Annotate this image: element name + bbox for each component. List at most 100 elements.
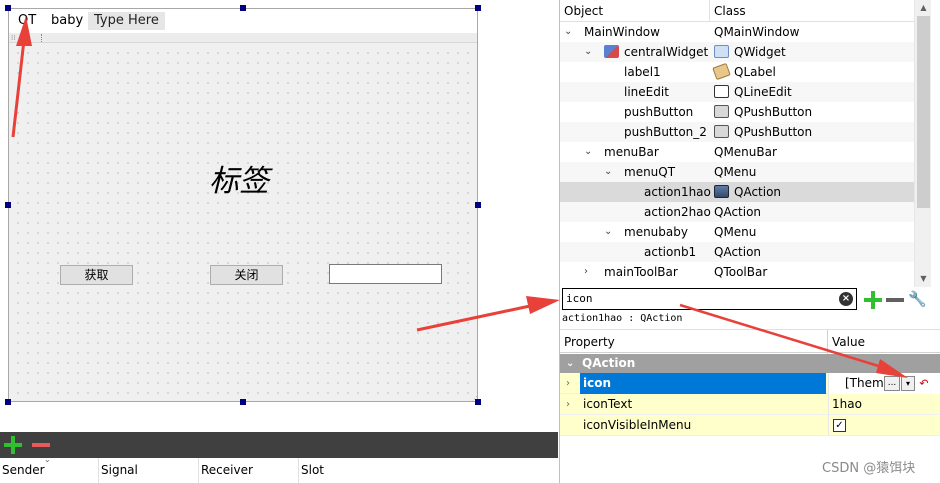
class-cell: QAction [714,242,761,262]
object-name: MainWindow [584,25,660,39]
property-value[interactable]: 1hao [828,394,940,415]
browse-button[interactable]: ... [884,376,900,391]
class-name: QMenu [714,225,757,239]
property-group-qaction[interactable]: ⌄ QAction [560,354,940,373]
menu-qt[interactable]: QT [12,12,42,30]
tree-row-lineedit[interactable]: lineEdit QLineEdit [560,82,914,102]
chevron-down-icon[interactable]: ⌄ [564,22,572,42]
dropdown-arrow-icon[interactable]: ▾ [901,376,915,391]
object-cell: pushButton_2 [624,122,707,142]
line-edit-input[interactable] [329,264,442,284]
chevron-down-icon[interactable]: ⌄ [584,142,592,162]
selection-handle[interactable] [240,5,246,11]
group-label: QAction [582,356,636,370]
property-row-icon[interactable]: › icon [Theme ... ▾ ↶ [560,373,940,394]
selection-handle[interactable] [475,399,481,405]
class-name: QToolBar [714,265,768,279]
class-name: QPushButton [734,105,813,119]
tree-row-pushbutton_2[interactable]: pushButton_2 QPushButton [560,122,914,142]
property-value-icon[interactable]: [Theme ... ▾ ↶ [828,373,940,394]
tree-row-maintoolbar[interactable]: › mainToolBar QToolBar [560,262,914,282]
expand-chevron-icon[interactable]: › [566,373,570,394]
reset-property-icon[interactable]: ↶ [917,376,931,391]
checkbox-checked-icon[interactable]: ✓ [833,419,846,432]
remove-dynamic-property-icon[interactable] [886,291,904,309]
form-editor-area: QT baby Type Here ⁞⁞ 标签 获取 关闭 ⋰ [0,0,558,432]
clear-filter-icon[interactable]: × [839,292,853,306]
selection-handle[interactable] [240,399,246,405]
tree-row-actionb1[interactable]: actionb1 QAction [560,242,914,262]
header-object[interactable]: Object [560,0,710,22]
object-name: centralWidget [624,45,709,59]
menu-type-here[interactable]: Type Here [88,12,165,30]
label1[interactable]: 标签 [209,156,269,200]
central-widget-canvas[interactable]: 标签 获取 关闭 [9,44,477,401]
class-cell: QMenu [714,222,756,242]
property-filter-input[interactable]: icon × [562,288,857,310]
tree-row-label1[interactable]: label1 QLabel [560,62,914,82]
header-property[interactable]: Property [560,330,827,354]
form-toolbar[interactable]: ⁞⁞ [9,33,477,43]
scroll-up-icon[interactable]: ▲ [915,0,932,16]
close-button[interactable]: 关闭 [210,265,283,285]
property-editor: icon × 🔧 action1hao : QAction Property V… [559,287,940,483]
object-name: lineEdit [624,85,669,99]
group-collapse-chevron-icon[interactable]: ⌄ [566,354,574,373]
sort-chevron-icon: ⌄ [44,455,51,464]
chevron-right-icon[interactable]: › [584,262,588,282]
menu-baby[interactable]: baby [45,12,89,30]
selection-handle[interactable] [5,202,11,208]
column-slot[interactable]: Slot [299,458,399,483]
scroll-thumb[interactable] [917,16,930,208]
property-name: iconVisibleInMenu [583,418,692,432]
tree-row-action1hao[interactable]: action1hao QAction [560,182,914,202]
header-value[interactable]: Value [828,330,940,354]
expand-chevron-icon[interactable]: › [566,394,570,415]
push-button-icon [714,105,729,118]
chevron-down-icon[interactable]: ⌄ [584,42,592,62]
remove-connection-minus-icon[interactable] [32,436,50,454]
column-signal[interactable]: Signal [99,458,199,483]
selection-handle[interactable] [5,399,11,405]
signal-slot-toolbar [0,432,558,458]
object-name: menuBar [604,145,659,159]
toolbar-handle-icon[interactable]: ⁞⁞ [11,34,19,42]
tree-row-menuqt[interactable]: ⌄ menuQT QMenu [560,162,914,182]
get-button[interactable]: 获取 [60,265,133,285]
property-row-iconvisibleinmenu[interactable]: iconVisibleInMenu ✓ [560,415,940,436]
scroll-down-icon[interactable]: ▼ [915,271,932,287]
object-name: pushButton_2 [624,125,707,139]
tree-row-action2hao[interactable]: action2hao QAction [560,202,914,222]
tree-row-menubaby[interactable]: ⌄ menubaby QMenu [560,222,914,242]
chevron-down-icon[interactable]: ⌄ [604,222,612,242]
header-class[interactable]: Class [710,0,914,22]
tree-row-menubar[interactable]: ⌄ menuBar QMenuBar [560,142,914,162]
label-icon [712,62,731,81]
selection-handle[interactable] [475,202,481,208]
class-name: QMenuBar [714,145,777,159]
inspector-scrollbar[interactable]: ▲ ▼ [914,0,931,287]
configure-wrench-icon[interactable]: 🔧 [908,290,927,308]
chevron-down-icon[interactable]: ⌄ [604,162,612,182]
selection-handle[interactable] [475,5,481,11]
class-cell: QPushButton [714,122,812,142]
column-receiver[interactable]: Receiver [199,458,299,483]
class-name: QWidget [734,45,786,59]
tree-row-pushbutton[interactable]: pushButton QPushButton [560,102,914,122]
tree-row-centralwidget[interactable]: ⌄ centralWidget QWidget [560,42,914,62]
add-dynamic-property-icon[interactable] [864,291,882,309]
form-window[interactable]: QT baby Type Here ⁞⁞ 标签 获取 关闭 ⋰ [8,8,478,403]
object-cell: MainWindow [584,22,660,42]
tree-row-mainwindow[interactable]: ⌄ MainWindow QMainWindow [560,22,914,42]
property-row-icontext[interactable]: › iconText 1hao [560,394,940,415]
filter-text[interactable]: icon [566,292,593,305]
toolbar-separator [41,34,42,42]
property-value-checkbox[interactable]: ✓ [828,415,940,436]
push-button-icon [714,125,729,138]
add-connection-plus-icon[interactable] [4,436,22,454]
object-inspector-header: Object Class [560,0,914,22]
selection-handle[interactable] [5,5,11,11]
object-cell: pushButton [624,102,693,122]
class-cell: QLineEdit [714,82,792,102]
object-cell: lineEdit [624,82,669,102]
